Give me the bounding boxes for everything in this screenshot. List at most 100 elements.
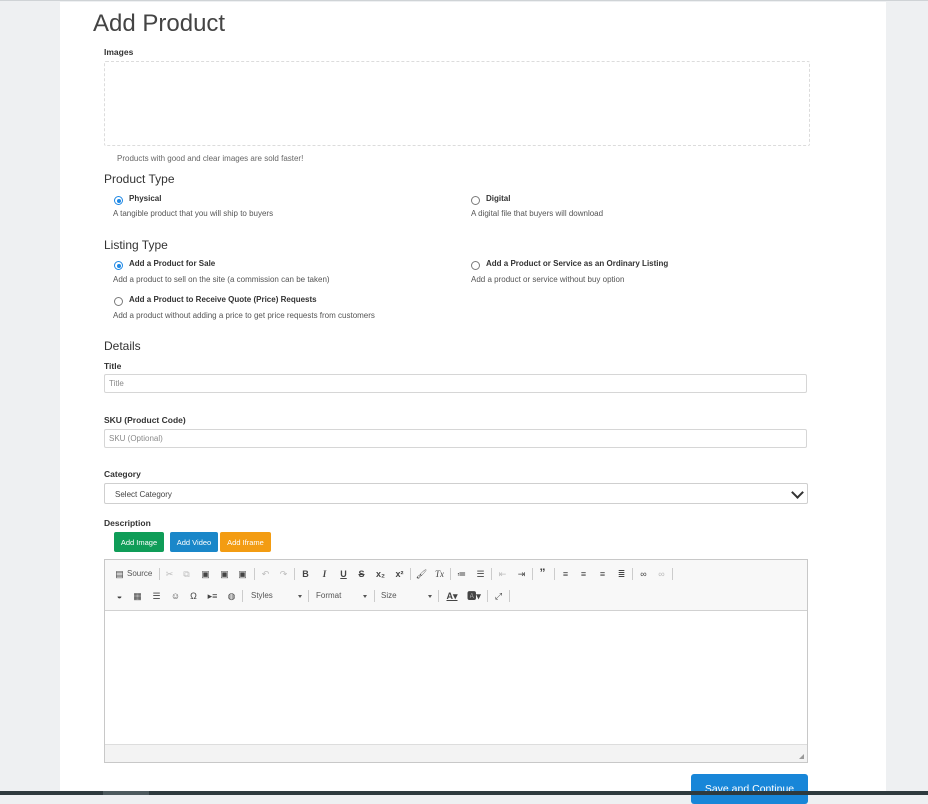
remove-format-icon[interactable]: Tx (433, 568, 446, 580)
background-color-icon[interactable]: 🅰▾ (465, 590, 483, 602)
toolbar-separator (242, 590, 243, 602)
bulleted-list-icon[interactable]: ☰ (474, 568, 487, 580)
bold-icon[interactable]: B (299, 568, 312, 580)
text-color-icon[interactable]: A▾ (443, 590, 461, 602)
underline-icon[interactable]: U (337, 568, 350, 580)
align-right-icon[interactable]: ≡ (596, 568, 609, 580)
size-dropdown[interactable]: Size (381, 591, 436, 600)
size-dropdown-label: Size (381, 591, 397, 600)
format-dropdown[interactable]: Format (316, 591, 371, 600)
top-border (0, 0, 928, 1)
styles-dropdown[interactable]: Styles (251, 591, 306, 600)
option-physical-desc: A tangible product that you will ship to… (113, 209, 274, 218)
toolbar-separator (294, 568, 295, 580)
title-input[interactable] (104, 374, 807, 393)
option-ordinary-listing-label[interactable]: Add a Product or Service as an Ordinary … (486, 259, 668, 268)
dropdown-arrow-icon (298, 595, 302, 598)
format-dropdown-label: Format (316, 591, 342, 600)
special-char-icon[interactable]: Ω (187, 590, 200, 602)
bottom-bar-tab (103, 791, 149, 795)
source-button[interactable]: Source (127, 569, 152, 578)
align-left-icon[interactable]: ≡ (559, 568, 572, 580)
resize-handle-icon[interactable] (799, 754, 804, 759)
toolbar-separator (632, 568, 633, 580)
cut-icon[interactable]: ✂ (163, 568, 176, 580)
toolbar-separator (672, 568, 673, 580)
option-quote-requests-desc: Add a product without adding a price to … (113, 311, 375, 320)
images-label: Images (104, 47, 134, 57)
toolbar-separator (450, 568, 451, 580)
editor-content-area[interactable] (105, 611, 807, 745)
radio-physical[interactable] (114, 196, 123, 205)
toolbar-separator (487, 590, 488, 602)
paste-text-icon[interactable]: ▣ (218, 568, 231, 580)
category-select[interactable]: Select Category (104, 483, 808, 504)
details-heading: Details (104, 339, 141, 353)
subscript-icon[interactable]: x₂ (374, 568, 387, 580)
align-justify-icon[interactable]: ≣ (615, 568, 628, 580)
rich-text-editor: ▤ Source ✂ ⧉ ▣ ▣ ▣ ↶ ↷ B I U S x₂ x² 🖌 T… (104, 559, 808, 763)
link-icon[interactable]: ∞ (637, 568, 650, 580)
toolbar-separator (308, 590, 309, 602)
product-type-heading: Product Type (104, 172, 175, 186)
toolbar-separator (254, 568, 255, 580)
strikethrough-icon[interactable]: S (355, 568, 368, 580)
option-digital-desc: A digital file that buyers will download (471, 209, 604, 218)
toolbar-separator (410, 568, 411, 580)
add-iframe-button[interactable]: Add Iframe (220, 532, 271, 552)
smiley-icon[interactable]: ☺ (169, 590, 182, 602)
radio-product-for-sale[interactable] (114, 261, 123, 270)
indent-icon[interactable]: ⇥ (515, 568, 528, 580)
description-label: Description (104, 518, 151, 528)
radio-ordinary-listing[interactable] (471, 261, 480, 270)
category-label: Category (104, 469, 141, 479)
option-ordinary-listing-desc: Add a product or service without buy opt… (471, 275, 625, 284)
editor-toolbar: ▤ Source ✂ ⧉ ▣ ▣ ▣ ↶ ↷ B I U S x₂ x² 🖌 T… (105, 560, 807, 611)
unlink-icon[interactable]: ∞ (655, 568, 668, 580)
italic-icon[interactable]: I (318, 568, 331, 580)
radio-quote-requests[interactable] (114, 297, 123, 306)
copy-formatting-icon[interactable]: 🖌 (415, 568, 428, 580)
option-quote-requests-label[interactable]: Add a Product to Receive Quote (Price) R… (129, 295, 317, 304)
option-product-for-sale-label[interactable]: Add a Product for Sale (129, 259, 215, 268)
add-video-button[interactable]: Add Video (170, 532, 218, 552)
page-break-icon[interactable]: ▸≡ (206, 590, 219, 602)
maximize-icon[interactable]: ⤢ (492, 590, 505, 602)
image-dropzone[interactable] (104, 61, 810, 146)
toolbar-separator (159, 568, 160, 580)
toolbar-separator (374, 590, 375, 602)
blockquote-icon[interactable]: ” (536, 567, 549, 579)
paste-icon[interactable]: ▣ (199, 568, 212, 580)
editor-status-bar (105, 744, 807, 762)
radio-digital[interactable] (471, 196, 480, 205)
toolbar-separator (554, 568, 555, 580)
paste-word-icon[interactable]: ▣ (236, 568, 249, 580)
listing-type-heading: Listing Type (104, 238, 168, 252)
table-icon[interactable]: ▦ (131, 590, 144, 602)
chevron-down-icon (791, 486, 804, 499)
dropdown-arrow-icon (428, 595, 432, 598)
numbered-list-icon[interactable]: ≔ (455, 568, 468, 580)
option-physical-label[interactable]: Physical (129, 194, 161, 203)
superscript-icon[interactable]: x² (393, 568, 406, 580)
toolbar-separator (509, 590, 510, 602)
align-center-icon[interactable]: ≡ (577, 568, 590, 580)
sku-input[interactable] (104, 429, 807, 448)
redo-icon[interactable]: ↷ (277, 568, 290, 580)
horizontal-line-icon[interactable]: ☰ (150, 590, 163, 602)
image-icon[interactable]: ◒ (113, 590, 126, 602)
dropdown-arrow-icon (363, 595, 367, 598)
source-icon[interactable]: ▤ (113, 568, 126, 580)
copy-icon[interactable]: ⧉ (180, 568, 193, 580)
iframe-icon[interactable]: ◍ (225, 590, 238, 602)
outdent-icon[interactable]: ⇤ (496, 568, 509, 580)
toolbar-separator (532, 568, 533, 580)
add-image-button[interactable]: Add Image (114, 532, 164, 552)
styles-dropdown-label: Styles (251, 591, 273, 600)
sku-label: SKU (Product Code) (104, 415, 186, 425)
option-product-for-sale-desc: Add a product to sell on the site (a com… (113, 275, 330, 284)
save-and-continue-button[interactable]: Save and Continue (691, 774, 808, 804)
toolbar-separator (491, 568, 492, 580)
option-digital-label[interactable]: Digital (486, 194, 510, 203)
undo-icon[interactable]: ↶ (259, 568, 272, 580)
